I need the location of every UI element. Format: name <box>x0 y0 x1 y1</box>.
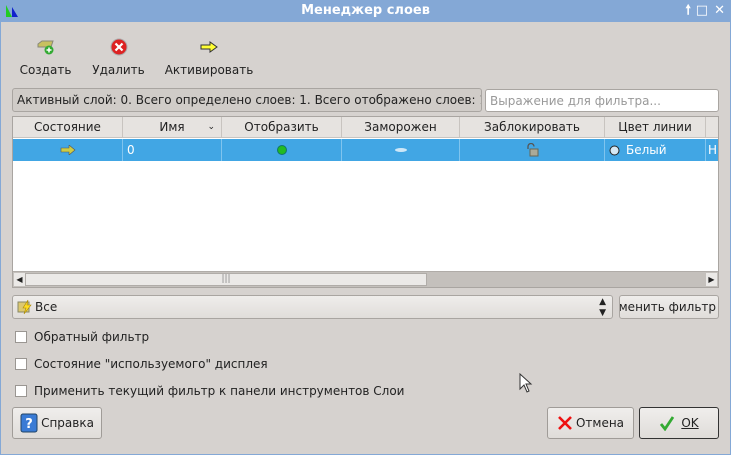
apply-to-toolbar-checkbox[interactable]: Применить текущий фильтр к панели инстру… <box>15 384 404 398</box>
unfrozen-icon[interactable] <box>342 139 460 161</box>
active-arrow-icon <box>13 139 123 161</box>
ok-button[interactable]: OK <box>639 407 719 439</box>
title-bar: Менеджер слоев 🠕 □ ✕ <box>0 0 731 22</box>
delete-button[interactable]: Удалить <box>90 36 147 77</box>
updown-arrows-icon: ▲ ▼ <box>599 297 606 318</box>
invert-filter-checkbox[interactable]: Обратный фильтр <box>15 330 149 344</box>
column-header-next[interactable] <box>706 117 718 137</box>
filter-expression-input[interactable] <box>485 89 719 112</box>
unlocked-icon[interactable] <box>460 139 605 161</box>
arrow-right-icon <box>164 36 254 58</box>
table-row[interactable]: 0 Белый Н <box>13 139 718 161</box>
cancel-label: Отмена <box>575 416 625 430</box>
horizontal-scrollbar[interactable]: ◀ ||| ▶ <box>13 271 718 287</box>
checkbox-box[interactable] <box>15 358 27 370</box>
column-header-locked[interactable]: Заблокировать <box>460 117 605 137</box>
line-color-cell[interactable]: Белый <box>605 139 706 161</box>
window-title: Менеджер слоев <box>301 3 430 18</box>
layer-info-bar: Активный слой: 0. Всего определено слоев… <box>12 88 482 112</box>
scrollbar-thumb[interactable]: ||| <box>25 273 427 286</box>
apply-filter-button[interactable]: Применить фильтр <box>619 295 719 319</box>
cancel-button[interactable]: Отмена <box>547 407 634 439</box>
close-icon[interactable]: ✕ <box>714 0 725 22</box>
layers-table: Состояние Имя ⌄ Отобразить Заморожен Забл… <box>12 116 719 288</box>
checkmark-icon <box>660 416 675 431</box>
line-color-label: Белый <box>626 143 667 157</box>
scroll-left-icon[interactable]: ◀ <box>14 273 25 286</box>
checkbox-label: Состояние "используемого" дисплея <box>34 357 268 371</box>
scroll-right-icon[interactable]: ▶ <box>706 273 717 286</box>
checkbox-box[interactable] <box>15 385 27 397</box>
help-icon: ? <box>20 413 38 433</box>
maximize-icon[interactable]: □ <box>696 0 708 22</box>
column-header-state[interactable]: Состояние <box>13 117 123 137</box>
column-header-line-color[interactable]: Цвет линии <box>605 117 706 137</box>
activate-label: Активировать <box>164 63 254 77</box>
visible-icon[interactable] <box>222 139 342 161</box>
checkbox-label: Обратный фильтр <box>34 330 150 344</box>
app-logo-icon <box>4 3 20 19</box>
filter-icon <box>17 299 33 322</box>
used-display-state-checkbox[interactable]: Состояние "используемого" дисплея <box>15 357 268 371</box>
delete-label: Удалить <box>92 63 145 77</box>
column-header-name-label: Имя <box>159 120 185 134</box>
sort-chevron-icon: ⌄ <box>207 122 215 132</box>
help-button[interactable]: ? Справка <box>12 407 102 439</box>
column-header-visible[interactable]: Отобразить <box>222 117 342 137</box>
mouse-cursor-icon <box>519 372 533 396</box>
table-header: Состояние Имя ⌄ Отобразить Заморожен Забл… <box>13 117 718 138</box>
layer-name: 0 <box>123 139 222 161</box>
next-column-cell: Н <box>708 143 718 157</box>
activate-button[interactable]: Активировать <box>164 36 254 77</box>
ok-label: OK <box>681 416 699 430</box>
column-header-name[interactable]: Имя ⌄ <box>123 117 222 137</box>
checkbox-label: Применить текущий фильтр к панели инстру… <box>34 384 405 398</box>
svg-text:?: ? <box>25 417 33 432</box>
new-layer-icon <box>18 36 73 58</box>
cancel-x-icon <box>558 416 572 430</box>
color-swatch-icon <box>609 145 620 155</box>
column-header-frozen[interactable]: Заморожен <box>342 117 460 137</box>
pin-icon[interactable]: 🠕 <box>685 0 691 22</box>
filter-combo-value: Все <box>35 300 58 314</box>
delete-icon <box>90 36 147 58</box>
create-button[interactable]: Создать <box>18 36 73 77</box>
layer-filter-combo[interactable]: Все ▲ ▼ <box>12 295 613 319</box>
help-label: Справка <box>41 416 94 430</box>
create-label: Создать <box>19 63 72 77</box>
checkbox-box[interactable] <box>15 331 27 343</box>
